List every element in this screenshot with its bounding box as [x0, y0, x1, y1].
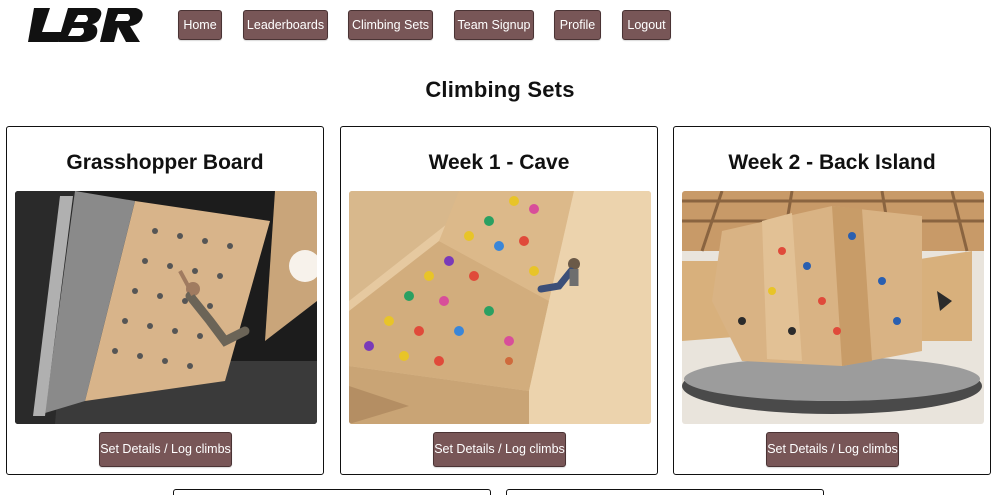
page-title: Climbing Sets	[425, 77, 575, 102]
climbing-set-card-partial	[173, 489, 491, 495]
card-title: Week 1 - Cave	[428, 151, 570, 174]
top-nav-bar: Home Leaderboards Climbing Sets Team Sig…	[0, 0, 1000, 52]
climbing-set-photo[interactable]	[682, 191, 984, 424]
card-title: Week 2 - Back Island	[728, 151, 936, 174]
nav-profile-button[interactable]: Profile	[554, 10, 601, 40]
nav-climbing-sets-button[interactable]: Climbing Sets	[348, 10, 433, 40]
nav-team-signup-button[interactable]: Team Signup	[454, 10, 534, 40]
card-title: Grasshopper Board	[66, 151, 264, 174]
set-details-button[interactable]: Set Details / Log climbs	[99, 432, 232, 467]
climbing-set-card: Grasshopper Board Set Details / Log clim…	[6, 126, 324, 475]
climbing-set-card: Week 1 - Cave Set Details / Log climbs	[340, 126, 658, 475]
brand-logo[interactable]	[28, 6, 146, 44]
set-details-button[interactable]: Set Details / Log climbs	[433, 432, 566, 467]
nav-logout-button[interactable]: Logout	[622, 10, 671, 40]
climbing-set-photo[interactable]	[15, 191, 317, 424]
nav-home-button[interactable]: Home	[178, 10, 222, 40]
climbing-set-card: Week 2 - Back Island Set Details / Log c…	[673, 126, 991, 475]
climbing-set-photo[interactable]	[349, 191, 651, 424]
nav-leaderboards-button[interactable]: Leaderboards	[243, 10, 328, 40]
set-details-button[interactable]: Set Details / Log climbs	[766, 432, 899, 467]
climbing-set-card-partial	[506, 489, 824, 495]
